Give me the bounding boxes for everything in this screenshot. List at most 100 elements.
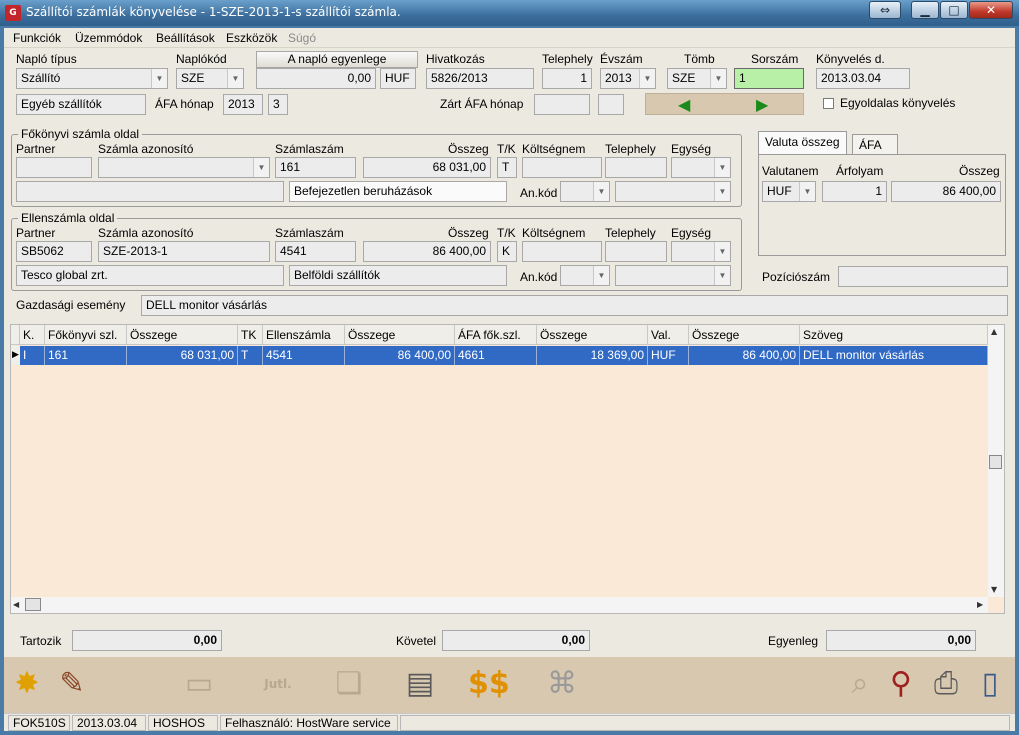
evszam-select[interactable]: 2013 ▼ xyxy=(600,68,656,89)
menu-funkciok[interactable]: Funkciók xyxy=(13,31,61,45)
naplokod-value: SZE xyxy=(181,71,205,85)
telephely-input[interactable]: 1 xyxy=(542,68,592,89)
scroll-up-icon[interactable]: ▲ xyxy=(991,327,997,336)
grid-header-osszege-2[interactable]: Összege xyxy=(345,325,455,345)
fk-koltseg-input[interactable] xyxy=(522,157,602,178)
grid-cell-osszege-3[interactable]: 18 369,00 xyxy=(537,346,648,365)
newspaper-icon[interactable]: ▤ xyxy=(400,662,440,706)
kovetel-value: 0,00 xyxy=(442,630,590,651)
zoom-disabled-icon[interactable]: ⌕ xyxy=(840,662,880,706)
previous-arrow-icon[interactable]: ◀ xyxy=(678,95,690,114)
star-burst-icon[interactable]: ✸ xyxy=(7,662,47,706)
el-ankod-select[interactable]: ▼ xyxy=(560,265,610,286)
menu-uzemmodok[interactable]: Üzemmódok xyxy=(75,31,142,45)
fk-osszeg-input[interactable]: 68 031,00 xyxy=(363,157,491,178)
el-osszeg-input[interactable]: 86 400,00 xyxy=(363,241,491,262)
pozicio-input[interactable] xyxy=(838,266,1008,287)
grid-cell-osszege-2[interactable]: 86 400,00 xyxy=(345,346,455,365)
jutl-icon[interactable]: Jutl. xyxy=(258,662,298,706)
el-partner-input[interactable]: SB5062 xyxy=(16,241,92,262)
grid-header-tk[interactable]: TK xyxy=(238,325,263,345)
fk-partner-input[interactable] xyxy=(16,157,92,178)
grid-header-fokonyvi[interactable]: Főkönyvi szl. xyxy=(45,325,127,345)
fk-ankod-select[interactable]: ▼ xyxy=(560,181,610,202)
grid-cell-osszege-1[interactable]: 68 031,00 xyxy=(127,346,238,365)
valuta-osszeg-input[interactable]: 86 400,00 xyxy=(891,181,1001,202)
el-partner-label: Partner xyxy=(16,226,56,240)
fk-szamla-name: Befejezetlen beruházások xyxy=(289,181,507,202)
search-icon[interactable]: ⚲ xyxy=(881,662,921,706)
exit-door-icon[interactable]: ▯ xyxy=(970,662,1010,706)
book-icon[interactable]: ▭ xyxy=(179,662,219,706)
arfolyam-input[interactable]: 1 xyxy=(822,181,887,202)
pages-icon[interactable]: ❏ xyxy=(329,662,369,706)
scroll-down-icon[interactable]: ▼ xyxy=(991,585,997,594)
fk-ankod-value-select[interactable]: ▼ xyxy=(615,181,731,202)
grid-header-osszege-1[interactable]: Összege xyxy=(127,325,238,345)
egyoldalas-checkbox[interactable] xyxy=(823,98,834,109)
el-szamlaszam-input[interactable]: 4541 xyxy=(275,241,356,262)
horizontal-scrollbar[interactable]: ◀ ▶ xyxy=(11,597,988,613)
el-koltseg-label: Költségnem xyxy=(522,226,586,240)
grid-header-k[interactable]: K. xyxy=(20,325,45,345)
edit-icon[interactable]: ✎ xyxy=(52,662,92,706)
gazdasagi-input[interactable]: DELL monitor vásárlás xyxy=(141,295,1008,316)
hivatkozas-input[interactable]: 5826/2013 xyxy=(426,68,534,89)
scroll-right-icon[interactable]: ▶ xyxy=(977,600,983,609)
el-tk-input[interactable]: K xyxy=(497,241,517,262)
sorszam-input[interactable]: 1 xyxy=(734,68,804,89)
vertical-scrollbar[interactable]: ▲ ▼ xyxy=(988,325,1004,597)
close-button[interactable]: ✕ xyxy=(969,1,1013,19)
fk-osszeg-label: Összeg xyxy=(448,142,489,156)
el-egyseg-select[interactable]: ▼ xyxy=(671,241,731,262)
next-arrow-icon[interactable]: ▶ xyxy=(756,95,768,114)
grid-cell-fokonyvi[interactable]: 161 xyxy=(45,346,127,365)
grid-cell-ellenszamla[interactable]: 4541 xyxy=(263,346,345,365)
vertical-scroll-thumb[interactable] xyxy=(989,455,1002,469)
grid-cell-k[interactable]: I xyxy=(20,346,45,365)
valutanem-select[interactable]: HUF ▼ xyxy=(762,181,816,202)
naplokod-select[interactable]: SZE ▼ xyxy=(176,68,244,89)
grid-cell-val[interactable]: HUF xyxy=(648,346,689,365)
scroll-left-icon[interactable]: ◀ xyxy=(13,600,19,609)
grid-header-osszege-3[interactable]: Összege xyxy=(537,325,648,345)
printer-icon[interactable]: ⎙ xyxy=(926,662,966,706)
fk-szamla-azon-select[interactable]: ▼ xyxy=(98,157,270,178)
el-telephely-input[interactable] xyxy=(605,241,667,262)
horizontal-scroll-thumb[interactable] xyxy=(25,598,41,611)
grid-cell-tk[interactable]: T xyxy=(238,346,263,365)
status-module: FOK510S xyxy=(8,715,70,731)
grid-header-val[interactable]: Val. xyxy=(648,325,689,345)
maximize-button[interactable]: □ xyxy=(940,1,968,19)
naplo-tipus-select[interactable]: Szállító ▼ xyxy=(16,68,168,89)
command-icon[interactable]: ⌘ xyxy=(542,662,582,706)
naplo-egyenlege-button[interactable]: A napló egyenlege xyxy=(256,51,418,68)
row-pointer-icon: ▶ xyxy=(11,346,20,365)
fk-egyseg-select[interactable]: ▼ xyxy=(671,157,731,178)
menu-sugo[interactable]: Súgó xyxy=(288,31,316,45)
restore-icon[interactable]: ⇔ xyxy=(869,1,901,19)
el-koltseg-input[interactable] xyxy=(522,241,602,262)
el-ankod-value-select[interactable]: ▼ xyxy=(615,265,731,286)
grid-header-szoveg[interactable]: Szöveg xyxy=(800,325,988,345)
menu-beallitasok[interactable]: Beállítások xyxy=(156,31,215,45)
grid-header-osszege-4[interactable]: Összege xyxy=(689,325,800,345)
afa-honap-month: 3 xyxy=(268,94,288,115)
grid-header-afa[interactable]: ÁFA fők.szl. xyxy=(455,325,537,345)
grid-cell-afa[interactable]: 4661 xyxy=(455,346,537,365)
menu-eszkozok[interactable]: Eszközök xyxy=(226,31,277,45)
tab-afa[interactable]: ÁFA xyxy=(852,134,898,156)
fk-szamlaszam-input[interactable]: 161 xyxy=(275,157,356,178)
el-szamla-azon-input[interactable]: SZE-2013-1 xyxy=(98,241,270,262)
tab-valuta-osszeg[interactable]: Valuta összeg xyxy=(758,131,847,155)
grid-header-ellenszamla[interactable]: Ellenszámla xyxy=(263,325,345,345)
grid-cell-osszege-4[interactable]: 86 400,00 xyxy=(689,346,800,365)
currency-icon[interactable]: $$ xyxy=(468,662,510,706)
fk-tk-input[interactable]: T xyxy=(497,157,517,178)
fk-telephely-input[interactable] xyxy=(605,157,667,178)
tomb-select[interactable]: SZE ▼ xyxy=(667,68,727,89)
el-telephely-label: Telephely xyxy=(605,226,656,240)
konyveles-date-input[interactable]: 2013.03.04 xyxy=(816,68,910,89)
grid-cell-szoveg[interactable]: DELL monitor vásárlás xyxy=(800,346,988,365)
minimize-button[interactable]: ▁ xyxy=(911,1,939,19)
